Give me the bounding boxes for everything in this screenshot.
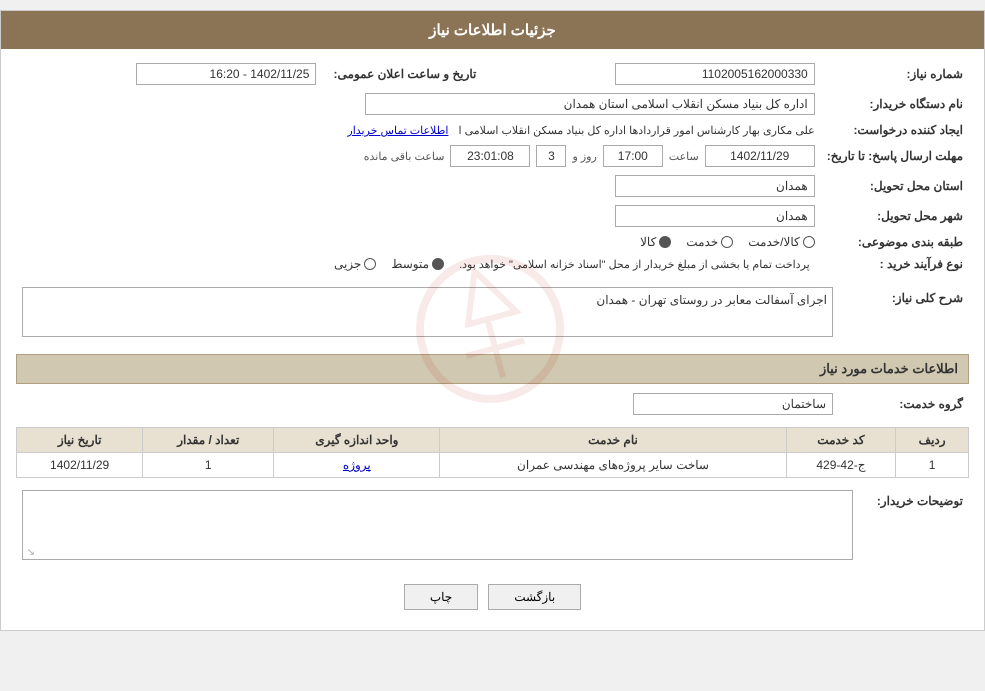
buyer-notes-section: توضیحات خریدار: ↘	[16, 486, 969, 569]
services-table-head: ردیف کد خدمت نام خدمت واحد اندازه گیری ت…	[17, 428, 969, 453]
radio-motavaset-label: متوسط	[391, 257, 429, 271]
category-row: طبقه بندی موضوعی: کالا/خدمت خدمت	[16, 231, 969, 253]
deadline-row: مهلت ارسال پاسخ: تا تاریخ: 1402/11/29 سا…	[16, 141, 969, 171]
province-row: استان محل تحویل: همدان	[16, 171, 969, 201]
need-number-label: شماره نیاز:	[821, 59, 969, 89]
deadline-remaining: 23:01:08	[450, 145, 530, 167]
buyer-org-row: نام دستگاه خریدار: اداره کل بنیاد مسکن ا…	[16, 89, 969, 119]
cell-service-name: ساخت سایر پروژه‌های مهندسی عمران	[440, 453, 786, 478]
deadline-day-label: روز و	[572, 150, 596, 163]
info-section: شماره نیاز: 1102005162000330 تاریخ و ساع…	[16, 59, 969, 275]
buyer-org-value: اداره کل بنیاد مسکن انقلاب اسلامی استان …	[365, 93, 815, 115]
need-desc-row: شرح کلی نیاز: اجرای آسفالت معابر در روست…	[16, 283, 969, 346]
province-label: استان محل تحویل:	[821, 171, 969, 201]
services-table-body: 1 ج-42-429 ساخت سایر پروژه‌های مهندسی عم…	[17, 453, 969, 478]
creator-value: علی مکاری بهار کارشناس امور قراردادها اد…	[458, 125, 814, 137]
radio-kala-label: کالا	[640, 235, 656, 249]
cell-need-date: 1402/11/29	[17, 453, 143, 478]
services-section-header: اطلاعات خدمات مورد نیاز	[16, 354, 969, 384]
service-group-row: گروه خدمت: ساختمان	[16, 389, 969, 419]
col-need-date: تاریخ نیاز	[17, 428, 143, 453]
back-button[interactable]: بازگشت	[488, 584, 581, 610]
buyer-notes-box: ↘	[22, 490, 853, 560]
need-number-value: 1102005162000330	[615, 63, 815, 85]
deadline-info: 1402/11/29 ساعت 17:00 روز و 3 23:01:08 س…	[22, 145, 815, 167]
radio-kala-khedmat-circle	[803, 236, 815, 248]
radio-motavaset: متوسط	[391, 257, 444, 271]
city-row: شهر محل تحویل: همدان	[16, 201, 969, 231]
cell-unit: پروژه	[274, 453, 440, 478]
category-label: طبقه بندی موضوعی:	[821, 231, 969, 253]
need-description-value: اجرای آسفالت معابر در روستای تهران - همد…	[596, 293, 827, 307]
process-row: نوع فرآیند خرید : پرداخت تمام یا بخشی از…	[16, 253, 969, 275]
creator-row: ایجاد کننده درخواست: علی مکاری بهار کارش…	[16, 119, 969, 141]
table-row: 1 ج-42-429 ساخت سایر پروژه‌های مهندسی عم…	[17, 453, 969, 478]
radio-kala: کالا	[640, 235, 671, 249]
deadline-time-label: ساعت	[669, 150, 699, 163]
radio-khedmat-circle	[721, 236, 733, 248]
cell-row-num: 1	[896, 453, 969, 478]
print-button[interactable]: چاپ	[404, 584, 478, 610]
content-area: شماره نیاز: 1102005162000330 تاریخ و ساع…	[1, 49, 984, 630]
need-description-box: اجرای آسفالت معابر در روستای تهران - همد…	[22, 287, 833, 337]
service-group-section: گروه خدمت: ساختمان	[16, 389, 969, 419]
col-unit: واحد اندازه گیری	[274, 428, 440, 453]
radio-kala-khedmat: کالا/خدمت	[748, 235, 814, 249]
services-table: ردیف کد خدمت نام خدمت واحد اندازه گیری ت…	[16, 427, 969, 478]
col-row-num: ردیف	[896, 428, 969, 453]
date-label: تاریخ و ساعت اعلان عمومی:	[322, 59, 482, 89]
process-radio-group: پرداخت تمام یا بخشی از مبلغ خریدار از مح…	[22, 257, 815, 271]
process-label: نوع فرآیند خرید :	[821, 253, 969, 275]
deadline-days: 3	[536, 145, 566, 167]
deadline-time: 17:00	[603, 145, 663, 167]
resize-icon: ↘	[25, 547, 35, 557]
col-service-code: کد خدمت	[786, 428, 896, 453]
radio-kala-circle	[659, 236, 671, 248]
radio-jozi-circle	[364, 258, 376, 270]
city-label: شهر محل تحویل:	[821, 201, 969, 231]
creator-label: ایجاد کننده درخواست:	[821, 119, 969, 141]
service-group-value: ساختمان	[633, 393, 833, 415]
buyer-org-label: نام دستگاه خریدار:	[821, 89, 969, 119]
buyer-notes-label: توضیحات خریدار:	[859, 486, 969, 569]
col-service-name: نام خدمت	[440, 428, 786, 453]
page-container: جزئیات اطلاعات نیاز شماره نیاز: 11020051…	[0, 10, 985, 631]
date-value: 1402/11/25 - 16:20	[136, 63, 316, 85]
radio-khedmat: خدمت	[686, 235, 733, 249]
radio-motavaset-circle	[432, 258, 444, 270]
radio-jozi-label: جزیی	[334, 257, 361, 271]
service-group-label: گروه خدمت:	[839, 389, 969, 419]
radio-khedmat-label: خدمت	[686, 235, 718, 249]
page-title: جزئیات اطلاعات نیاز	[1, 11, 984, 49]
province-value: همدان	[615, 175, 815, 197]
deadline-remaining-label: ساعت باقی مانده	[364, 150, 445, 163]
city-value: همدان	[615, 205, 815, 227]
services-table-header-row: ردیف کد خدمت نام خدمت واحد اندازه گیری ت…	[17, 428, 969, 453]
col-quantity: تعداد / مقدار	[143, 428, 274, 453]
deadline-date: 1402/11/29	[705, 145, 815, 167]
need-number-row: شماره نیاز: 1102005162000330 تاریخ و ساع…	[16, 59, 969, 89]
category-radio-group: کالا/خدمت خدمت کالا	[22, 235, 815, 249]
cell-quantity: 1	[143, 453, 274, 478]
buyer-notes-row: توضیحات خریدار: ↘	[16, 486, 969, 569]
radio-jozi: جزیی	[334, 257, 376, 271]
cell-service-code: ج-42-429	[786, 453, 896, 478]
need-description-label: شرح کلی نیاز:	[839, 283, 969, 346]
contact-link[interactable]: اطلاعات تماس خریدار	[347, 125, 448, 137]
radio-kala-khedmat-label: کالا/خدمت	[748, 235, 799, 249]
button-row: بازگشت چاپ	[16, 584, 969, 610]
process-note: پرداخت تمام یا بخشی از مبلغ خریدار از مح…	[459, 258, 810, 271]
need-desc-section: شرح کلی نیاز: اجرای آسفالت معابر در روست…	[16, 283, 969, 346]
deadline-label: مهلت ارسال پاسخ: تا تاریخ:	[821, 141, 969, 171]
